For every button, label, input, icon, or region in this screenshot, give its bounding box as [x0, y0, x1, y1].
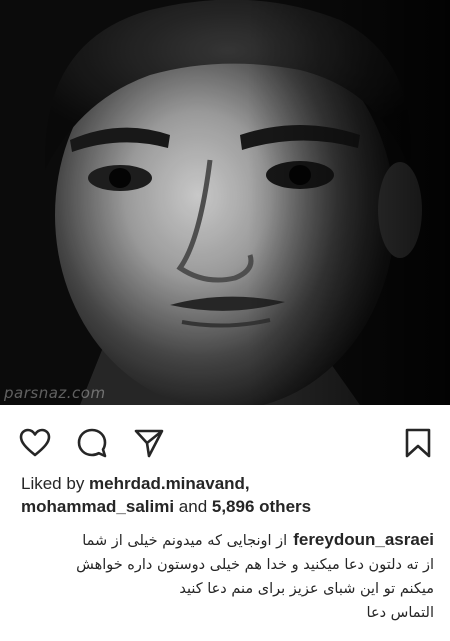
bookmark-icon[interactable]: [402, 427, 434, 459]
portrait-photo: [0, 0, 450, 405]
caption-text-1: از اونجایی که میدونم خیلی از شما: [82, 533, 288, 549]
caption-username[interactable]: fereydoun_asraei: [293, 530, 434, 549]
likes-and: and: [174, 497, 212, 516]
caption-line-4: التماس دعا: [366, 605, 434, 621]
likes-others-count[interactable]: 5,896 others: [212, 497, 311, 516]
caption-line-1: fereydoun_asraei از اونجایی که میدونم خیل…: [14, 528, 434, 553]
send-paper-plane-icon[interactable]: [133, 427, 165, 459]
caption-line-2: از ته دلتون دعا میکنید و خدا هم خیلی دوس…: [76, 557, 434, 573]
post-photo[interactable]: parsnaz.com: [0, 0, 450, 405]
post-caption: fereydoun_asraei از اونجایی که میدونم خیل…: [14, 528, 434, 625]
liker-username-1[interactable]: mehrdad.minavand: [89, 474, 245, 493]
likes-prefix: Liked by: [21, 474, 90, 493]
likes-separator: ,: [244, 474, 250, 493]
liker-username-2[interactable]: mohammad_salimi: [21, 497, 174, 516]
heart-icon[interactable]: [19, 427, 51, 459]
action-bar: [0, 405, 450, 467]
caption-line-3: میکنم تو این شبای عزیز برای منم دعا کنید: [179, 581, 434, 597]
instagram-post: parsnaz.com Liked by mehrdad.minavand, m…: [0, 0, 450, 641]
comment-bubble-icon[interactable]: [76, 427, 108, 459]
watermark-text: parsnaz.com: [4, 384, 106, 402]
likes-summary: Liked by mehrdad.minavand, mohammad_sali…: [21, 472, 441, 518]
